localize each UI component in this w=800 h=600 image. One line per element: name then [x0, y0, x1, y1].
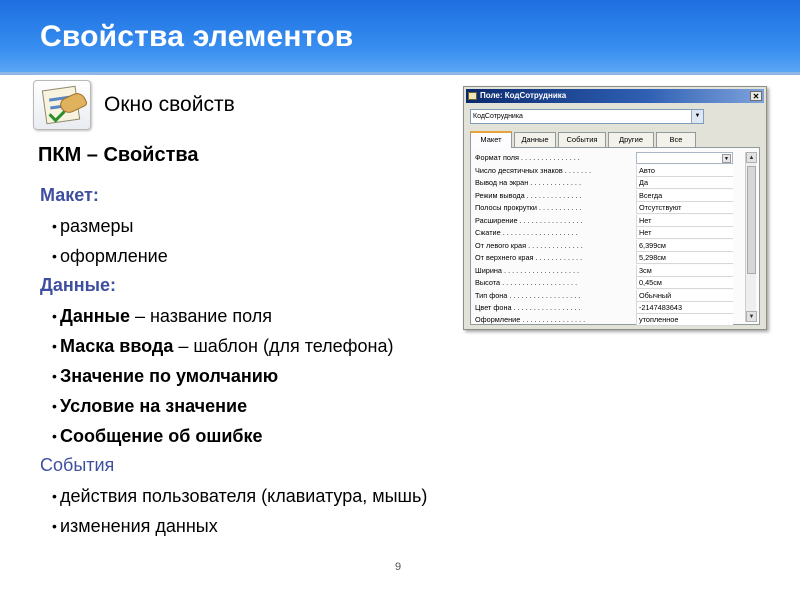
- property-name: От верхнего края . . . . . . . . . . . .: [475, 253, 583, 262]
- property-row[interactable]: Ширина . . . . . . . . . . . . . . . . .…: [475, 264, 733, 278]
- list-item: Условие на значение: [40, 391, 560, 421]
- property-name: Высота . . . . . . . . . . . . . . . . .…: [475, 278, 578, 287]
- object-selector-value: КодСотрудника: [473, 113, 523, 120]
- bullet-icon: [52, 301, 57, 331]
- property-row[interactable]: Высота . . . . . . . . . . . . . . . . .…: [475, 277, 733, 290]
- property-value[interactable]: Да: [636, 177, 733, 189]
- section-heading-events: События: [40, 455, 115, 475]
- property-name: Вывод на экран . . . . . . . . . . . . .: [475, 178, 581, 187]
- property-name: Цвет фона . . . . . . . . . . . . . . . …: [475, 303, 581, 312]
- window-titlebar[interactable]: Поле: КодСотрудника ✕: [466, 89, 764, 103]
- tab-events[interactable]: События: [558, 132, 606, 147]
- property-sheet: Формат поля . . . . . . . . . . . . . . …: [470, 147, 760, 327]
- title-banner: Свойства элементов: [0, 0, 800, 72]
- list-item: Значение по умолчанию: [40, 361, 560, 391]
- slide-title: Свойства элементов: [40, 20, 354, 53]
- chevron-down-icon[interactable]: ▼: [722, 154, 731, 163]
- bullet-icon: [52, 361, 57, 391]
- property-value[interactable]: Нет: [636, 227, 733, 239]
- property-name: Число десятичных знаков . . . . . . .: [475, 165, 592, 175]
- property-value[interactable]: 0,45см: [636, 277, 733, 289]
- scroll-down-icon[interactable]: ▼: [746, 311, 757, 322]
- property-name: Ширина . . . . . . . . . . . . . . . . .…: [475, 265, 580, 275]
- property-value[interactable]: ▼: [636, 152, 733, 164]
- property-name: Режим вывода . . . . . . . . . . . . . .: [475, 190, 582, 200]
- property-value[interactable]: Авто: [636, 164, 733, 177]
- bullet-icon: [52, 481, 57, 511]
- bullet-icon: [52, 211, 57, 241]
- property-row[interactable]: Режим вывода . . . . . . . . . . . . . .…: [475, 189, 733, 203]
- property-name: От левого края . . . . . . . . . . . . .…: [475, 240, 583, 250]
- bullet-icon: [52, 331, 57, 361]
- property-name: Полосы прокрутки . . . . . . . . . . .: [475, 203, 582, 212]
- bullet-icon: [52, 241, 57, 271]
- property-row[interactable]: От левого края . . . . . . . . . . . . .…: [475, 239, 733, 253]
- window-label: Окно свойств: [104, 93, 235, 116]
- property-tabs: Макет Данные События Другие Все: [470, 131, 760, 148]
- property-row[interactable]: От верхнего края . . . . . . . . . . . .…: [475, 252, 733, 265]
- tab-all[interactable]: Все: [656, 132, 696, 147]
- list-item: Сообщение об ошибке: [40, 421, 560, 451]
- property-value[interactable]: 6,399см: [636, 239, 733, 252]
- property-row[interactable]: Цвет фона . . . . . . . . . . . . . . . …: [475, 302, 733, 315]
- window-app-icon: [468, 92, 477, 100]
- bullet-icon: [52, 421, 57, 451]
- object-selector[interactable]: КодСотрудника ▼: [470, 109, 704, 124]
- property-row[interactable]: Полосы прокрутки . . . . . . . . . . . От…: [475, 202, 733, 215]
- property-value[interactable]: Обычный: [636, 289, 733, 302]
- list-item: Маска ввода – шаблон (для телефона): [40, 331, 560, 361]
- property-row[interactable]: Расширение . . . . . . . . . . . . . . .…: [475, 214, 733, 228]
- property-row[interactable]: Сжатие . . . . . . . . . . . . . . . . .…: [475, 227, 733, 240]
- property-name: Расширение . . . . . . . . . . . . . . .…: [475, 215, 583, 225]
- property-name: Формат поля . . . . . . . . . . . . . . …: [475, 153, 580, 162]
- property-row[interactable]: Формат поля . . . . . . . . . . . . . . …: [475, 152, 733, 165]
- property-value[interactable]: 5,298см: [636, 252, 733, 264]
- property-name: Сжатие . . . . . . . . . . . . . . . . .…: [475, 228, 578, 237]
- bullet-icon: [52, 511, 57, 541]
- chevron-down-icon[interactable]: ▼: [691, 110, 703, 123]
- tab-other[interactable]: Другие: [608, 132, 654, 147]
- list-item: действия пользователя (клавиатура, мышь): [40, 481, 560, 511]
- property-value[interactable]: 3см: [636, 264, 733, 277]
- properties-icon: [33, 80, 91, 130]
- window-title: Поле: КодСотрудника: [480, 91, 567, 100]
- context-menu-hint: ПКМ – Свойства: [38, 144, 199, 166]
- property-row[interactable]: Оформление . . . . . . . . . . . . . . .…: [475, 314, 733, 327]
- property-name: Тип фона . . . . . . . . . . . . . . . .…: [475, 290, 581, 300]
- list-item: изменения данных: [40, 511, 560, 541]
- scrollbar-thumb[interactable]: [747, 166, 756, 274]
- bullet-icon: [52, 391, 57, 421]
- tab-data[interactable]: Данные: [514, 132, 556, 147]
- property-value[interactable]: -2147483643: [636, 302, 733, 314]
- property-value[interactable]: Отсутствуют: [636, 202, 733, 214]
- property-row[interactable]: Тип фона . . . . . . . . . . . . . . . .…: [475, 289, 733, 303]
- close-button[interactable]: ✕: [750, 91, 762, 101]
- properties-window: Поле: КодСотрудника ✕ КодСотрудника ▼ Ма…: [463, 86, 767, 330]
- property-row[interactable]: Число десятичных знаков . . . . . . . Авт…: [475, 164, 733, 178]
- property-row[interactable]: Вывод на экран . . . . . . . . . . . . .…: [475, 177, 733, 190]
- scroll-up-icon[interactable]: ▲: [746, 152, 757, 163]
- property-value[interactable]: Нет: [636, 214, 733, 227]
- property-name: Оформление . . . . . . . . . . . . . . .…: [475, 315, 586, 324]
- property-value[interactable]: Всегда: [636, 189, 733, 202]
- vertical-scrollbar[interactable]: ▲ ▼: [745, 152, 757, 322]
- tab-layout[interactable]: Макет: [470, 131, 512, 148]
- page-number: 9: [395, 561, 402, 573]
- title-divider: [0, 72, 800, 75]
- property-value[interactable]: утопленное: [636, 314, 733, 326]
